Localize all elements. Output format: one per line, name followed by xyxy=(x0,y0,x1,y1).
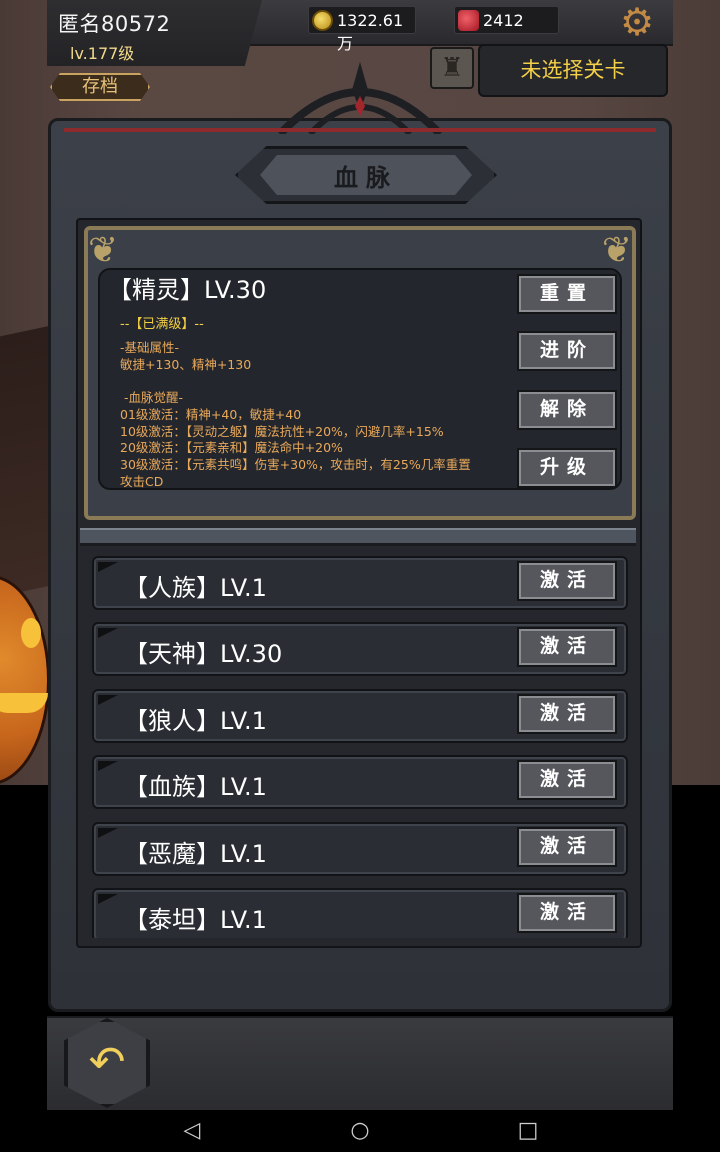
nav-home-icon[interactable]: ○ xyxy=(346,1118,374,1144)
activate-button[interactable]: 激活 xyxy=(517,561,617,601)
gold-coin-icon xyxy=(312,10,333,31)
corner-ornament-icon: ❦ xyxy=(601,230,632,271)
remove-button[interactable]: 解除 xyxy=(517,390,617,430)
bloodline-name: 【天神】LV.30 xyxy=(124,640,283,668)
activate-button[interactable]: 激活 xyxy=(517,760,617,800)
bloodline-row: 【狼人】LV.1 激活 xyxy=(92,689,628,743)
bloodline-row: 【天神】LV.30 激活 xyxy=(92,622,628,676)
crown-ornament-icon xyxy=(277,62,443,134)
upgrade-button[interactable]: 升级 xyxy=(517,448,617,488)
player-name: 匿名80572 xyxy=(58,12,171,36)
system-nav-bar: ◁ ○ □ xyxy=(0,1110,720,1152)
gem-value: 2412 xyxy=(483,11,524,30)
bloodline-name: 【泰坦】LV.1 xyxy=(124,906,267,934)
gold-value: 1322.61万 xyxy=(337,11,404,53)
bloodline-row: 【血族】LV.1 激活 xyxy=(92,755,628,809)
section-divider xyxy=(80,528,636,546)
nav-recents-icon[interactable]: □ xyxy=(514,1118,542,1144)
gear-icon[interactable]: ⚙ xyxy=(611,2,663,42)
panel-accent-line xyxy=(64,128,656,132)
activate-button[interactable]: 激活 xyxy=(517,627,617,667)
bloodline-row: 【恶魔】LV.1 激活 xyxy=(92,822,628,876)
corner-ornament-icon: ❦ xyxy=(88,230,119,271)
bloodline-row: 【人族】LV.1 激活 xyxy=(92,556,628,610)
bloodline-row: 【泰坦】LV.1 激活 xyxy=(92,888,628,938)
activate-button[interactable]: 激活 xyxy=(517,893,617,933)
red-gem-icon xyxy=(458,10,479,31)
pumpkin-decoration xyxy=(0,575,50,785)
gem-counter: 2412 xyxy=(454,6,559,34)
bloodline-name: 【恶魔】LV.1 xyxy=(124,840,267,868)
pumpkin-eye xyxy=(21,618,41,648)
player-level: lv.177级 xyxy=(70,44,135,63)
activate-button[interactable]: 激活 xyxy=(517,694,617,734)
pumpkin-mouth xyxy=(0,693,48,713)
reset-button[interactable]: 重置 xyxy=(517,274,617,314)
gold-counter: 1322.61万 xyxy=(308,6,416,53)
awaken-line: 攻击CD xyxy=(120,474,164,489)
bloodline-name: 【血族】LV.1 xyxy=(124,773,267,801)
panel-title: 血脉 xyxy=(334,164,398,192)
advance-button[interactable]: 进阶 xyxy=(517,331,617,371)
bloodline-list[interactable]: 【人族】LV.1 激活 【天神】LV.30 激活 【狼人】LV.1 激活 【血族… xyxy=(80,548,636,938)
featured-bloodline-name: 【精灵】LV.30 xyxy=(108,276,267,304)
save-button[interactable]: 存档 xyxy=(50,73,150,101)
stage-select-button[interactable]: 未选择关卡 xyxy=(478,44,668,97)
bloodline-name: 【狼人】LV.1 xyxy=(124,707,267,735)
nav-back-icon[interactable]: ◁ xyxy=(178,1118,206,1144)
awaken-line: 30级激活：【元素共鸣】伤害+30%，攻击时，有25%几率重置 xyxy=(120,457,471,472)
bloodline-name: 【人族】LV.1 xyxy=(124,574,267,602)
activate-button[interactable]: 激活 xyxy=(517,827,617,867)
max-level-status: --【已满级】-- xyxy=(120,317,204,332)
base-stats-values: 敏捷+130、精神+130 xyxy=(120,357,252,372)
